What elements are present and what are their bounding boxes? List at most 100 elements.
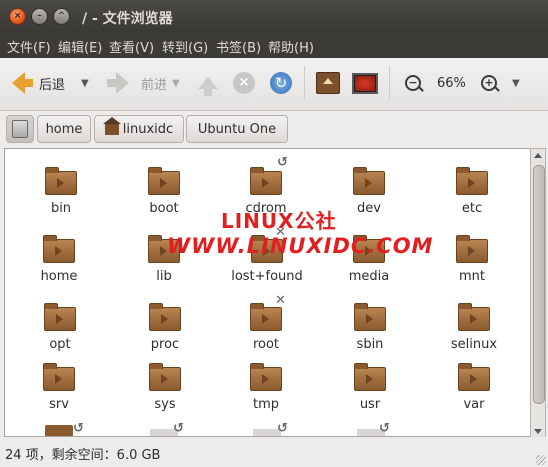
file-item[interactable]: root — [221, 303, 311, 352]
minimize-icon[interactable]: – — [31, 8, 48, 25]
status-bar: 24 项，剩余空间：6.0 GB — [0, 437, 548, 467]
file-item[interactable]: selinux — [429, 303, 519, 352]
file-item[interactable]: tmp — [221, 363, 311, 412]
folder-icon — [353, 167, 385, 195]
zoom-level[interactable]: 66% — [437, 70, 466, 96]
scroll-down-icon[interactable] — [534, 429, 542, 434]
title-bar[interactable]: × – ^ / - 文件浏览器 — [0, 0, 548, 33]
file-name: sys — [154, 397, 176, 412]
toolbar-separator — [389, 66, 390, 100]
folder-icon — [250, 363, 282, 391]
folder-icon — [456, 235, 488, 263]
root-path-button[interactable] — [6, 115, 34, 143]
file-name: boot — [149, 201, 179, 216]
watermark-url-text: WWW.LINUXIDC.COM — [167, 234, 434, 258]
menu-bookmarks[interactable]: 书签(B) — [216, 33, 261, 56]
resize-grip-icon[interactable] — [536, 455, 546, 465]
menu-view[interactable]: 查看(V) — [109, 33, 154, 56]
folder-icon — [43, 363, 75, 391]
computer-button[interactable] — [352, 70, 378, 96]
zoom-in-icon: + — [481, 75, 497, 91]
file-item[interactable]: sys — [120, 363, 210, 412]
maximize-icon[interactable]: ^ — [53, 8, 70, 25]
file-name: srv — [49, 397, 69, 412]
file-name: mnt — [459, 269, 485, 284]
file-name: proc — [150, 337, 180, 352]
file-item[interactable]: srv — [14, 363, 104, 412]
symlink-emblem-icon: ↺ — [277, 421, 288, 436]
file-item[interactable]: boot — [119, 167, 209, 216]
file-name: var — [463, 397, 485, 412]
file-item[interactable]: bin — [16, 167, 106, 216]
path-home-button[interactable]: home — [37, 115, 91, 143]
path-linuxidc-button[interactable]: linuxidc — [94, 115, 184, 143]
file-name: lib — [156, 269, 172, 284]
home-button[interactable] — [316, 70, 340, 96]
toolbar-separator — [304, 66, 305, 100]
zoom-in-button[interactable]: + — [481, 70, 497, 96]
path-ubuntuone-button[interactable]: Ubuntu One — [186, 115, 288, 143]
stop-button[interactable]: × — [233, 70, 255, 96]
symlink-emblem-icon: ↺ — [379, 421, 390, 436]
folder-icon — [458, 303, 490, 331]
file-item[interactable]: sbin — [325, 303, 415, 352]
back-label: 后退 — [39, 77, 66, 93]
folder-icon — [149, 363, 181, 391]
path-bar: home linuxidc Ubuntu One — [0, 111, 548, 147]
computer-icon — [352, 72, 378, 94]
file-item[interactable]: home — [14, 235, 104, 284]
file-name: etc — [461, 201, 483, 216]
window-title: / - 文件浏览器 — [82, 11, 173, 27]
file-item[interactable]: mnt — [427, 235, 517, 284]
file-item[interactable]: var — [429, 363, 519, 412]
file-name: opt — [49, 337, 71, 352]
menu-bar: 文件(F) 编辑(E) 查看(V) 转到(G) 书签(B) 帮助(H) — [0, 33, 548, 58]
file-item[interactable]: opt — [15, 303, 105, 352]
path-ubuntuone-label: Ubuntu One — [197, 121, 277, 137]
menu-file[interactable]: 文件(F) — [7, 33, 51, 56]
file-item[interactable]: etc — [427, 167, 517, 216]
file-name: lost+found — [231, 269, 303, 284]
forward-button[interactable]: 前进 — [106, 70, 167, 96]
harddisk-icon — [12, 120, 28, 138]
reload-icon: ↻ — [270, 72, 292, 94]
file-icon-view[interactable]: bin boot cdrom dev etc home lib lost+fou… — [4, 148, 531, 437]
watermark-url: WWW.LINUXIDC.COM — [167, 234, 433, 258]
file-item[interactable]: proc — [120, 303, 210, 352]
up-button[interactable] — [198, 70, 218, 96]
path-linuxidc-label: linuxidc — [122, 121, 174, 137]
reload-button[interactable]: ↻ — [270, 70, 292, 96]
close-icon[interactable]: × — [9, 8, 26, 25]
menu-edit[interactable]: 编辑(E) — [58, 33, 102, 56]
home-icon — [102, 117, 121, 135]
menu-go[interactable]: 转到(G) — [162, 33, 208, 56]
file-item[interactable]: dev — [324, 167, 414, 216]
folder-icon — [44, 303, 76, 331]
zoom-out-button[interactable]: − — [405, 70, 421, 96]
forward-label: 前进 — [141, 77, 168, 93]
back-arrow-icon — [12, 72, 33, 94]
forward-history-dropdown[interactable]: ▼ — [172, 70, 180, 96]
scroll-up-icon[interactable] — [534, 153, 542, 158]
file-name: bin — [50, 201, 72, 216]
file-name: dev — [357, 201, 381, 216]
view-options-dropdown[interactable]: ▼ — [512, 70, 520, 96]
vertical-scrollbar[interactable] — [530, 148, 546, 439]
folder-icon — [148, 167, 180, 195]
file-name: tmp — [252, 397, 279, 412]
file-name: usr — [359, 397, 381, 412]
folder-icon — [456, 167, 488, 195]
back-history-dropdown[interactable]: ▼ — [81, 70, 89, 96]
folder-icon — [45, 167, 77, 195]
file-name: media — [348, 269, 390, 284]
folder-icon — [458, 363, 490, 391]
scrollbar-thumb[interactable] — [533, 165, 545, 404]
folder-icon — [250, 303, 282, 331]
forward-arrow-icon — [107, 72, 129, 94]
menu-help[interactable]: 帮助(H) — [268, 33, 314, 56]
folder-icon — [250, 167, 282, 195]
file-item[interactable]: usr — [325, 363, 415, 412]
back-button[interactable]: 后退 — [12, 70, 65, 96]
folder-icon — [43, 235, 75, 263]
watermark-logo-text: LINUX公社 — [221, 209, 337, 233]
